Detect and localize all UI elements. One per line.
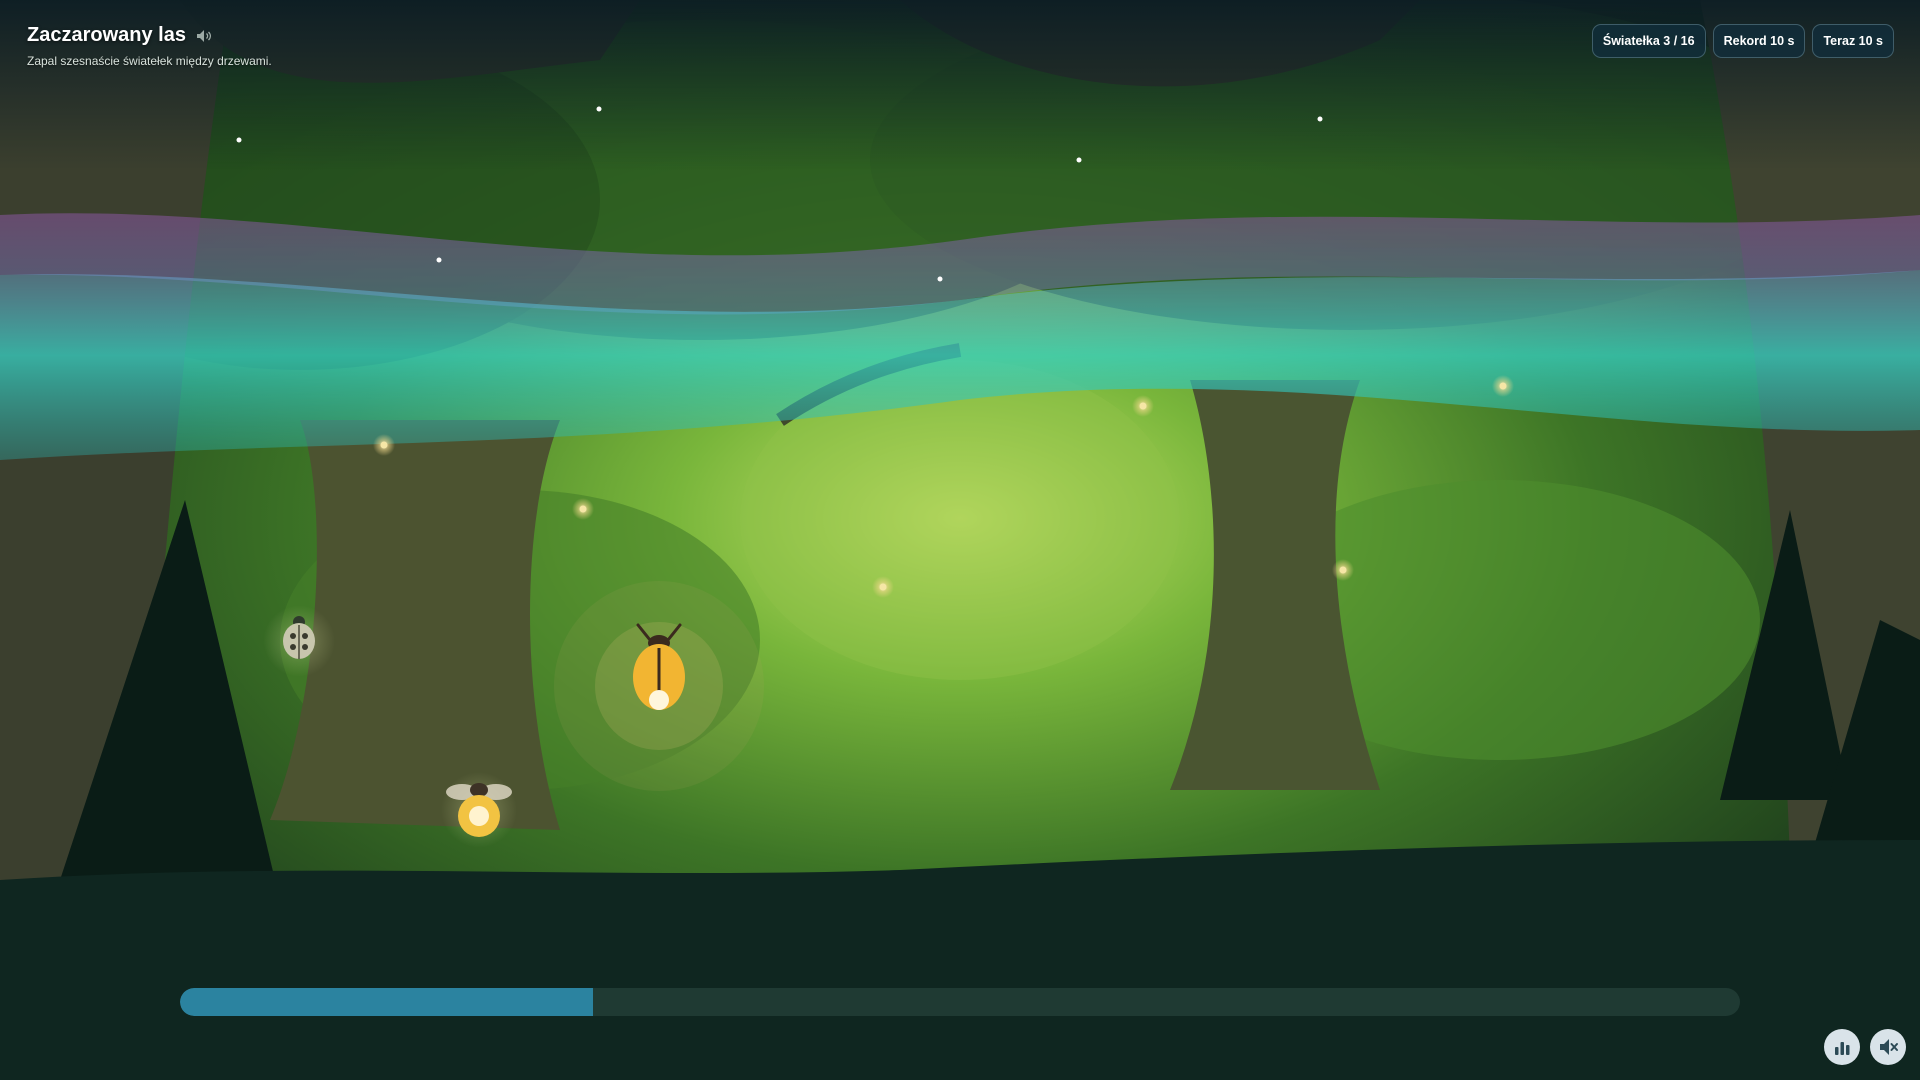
stats-bar: Światełka 3 / 16 Rekord 10 s Teraz 10 s [1591,24,1894,58]
mute-button[interactable] [1870,1029,1906,1065]
beetle-creature[interactable] [554,581,764,791]
speaker-icon[interactable] [196,29,212,43]
current-time-badge: Teraz 10 s [1812,24,1894,58]
firefly-creature[interactable] [441,772,517,848]
speaker-muted-icon [1880,1039,1898,1055]
game-title: Zaczarowany las [27,24,186,46]
ladybug-creature[interactable] [263,605,335,677]
record-time-badge: Rekord 10 s [1712,24,1806,58]
ground [0,840,1920,1080]
progress-bar [180,988,1740,1016]
game-subtitle: Zapal szesnaście światełek między drzewa… [27,54,272,68]
lights-counter-badge: Światełka 3 / 16 [1591,24,1706,58]
game-stage: Zaczarowany las Zapal szesnaście świateł… [0,0,1920,1080]
forest-scene [0,0,1920,1080]
stats-button[interactable] [1824,1029,1860,1065]
bar-chart-icon [1835,1042,1850,1055]
progress-fill [180,988,594,1016]
game-header: Zaczarowany las Zapal szesnaście świateł… [27,24,272,68]
